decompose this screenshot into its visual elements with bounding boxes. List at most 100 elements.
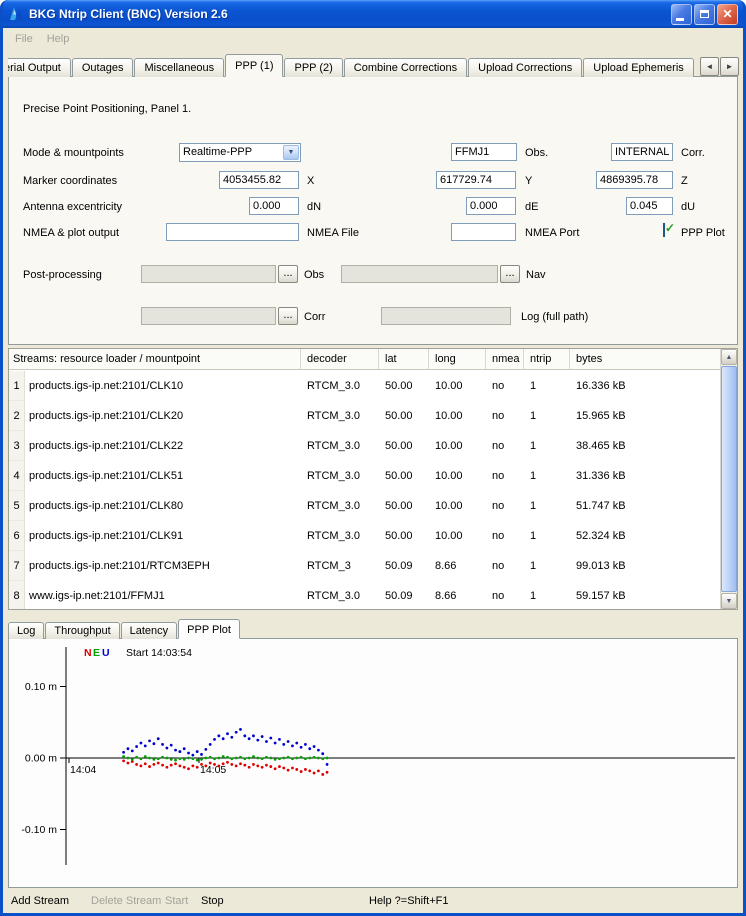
minimize-button[interactable]: [671, 4, 692, 25]
stream-lat: 50.09: [379, 560, 429, 572]
stream-mountpoint: products.igs-ip.net:2101/CLK20: [25, 410, 301, 422]
antenna-de-label: dE: [525, 201, 538, 213]
stream-mountpoint: products.igs-ip.net:2101/CLK80: [25, 500, 301, 512]
stream-mountpoint: products.igs-ip.net:2101/CLK51: [25, 470, 301, 482]
stream-long: 10.00: [429, 500, 486, 512]
row-header-number: 4: [9, 461, 25, 491]
mode-mountpoints-label: Mode & mountpoints: [23, 147, 124, 159]
minimize-icon: [676, 18, 684, 21]
help-label: Help ?=Shift+F1: [369, 890, 449, 913]
stream-decoder: RTCM_3: [301, 560, 379, 572]
menu-file[interactable]: File: [9, 31, 39, 47]
stream-nmea: no: [486, 380, 524, 392]
stream-ntrip: 1: [524, 410, 570, 422]
bottom-tab-ppp-plot[interactable]: PPP Plot: [178, 619, 240, 639]
right-arrow-icon: ►: [726, 62, 734, 71]
combo-dropdown-icon[interactable]: ▼: [283, 145, 299, 160]
scroll-down-button[interactable]: ▼: [721, 593, 737, 609]
vertical-scrollbar[interactable]: ▲ ▼: [720, 349, 737, 609]
tab-combine-corrections[interactable]: Combine Corrections: [344, 58, 467, 77]
stream-bytes: 15.965 kB: [570, 410, 720, 422]
stream-bytes: 31.336 kB: [570, 470, 720, 482]
column-nmea[interactable]: nmea: [486, 349, 524, 369]
client-area: File Help erial OutputOutagesMiscellaneo…: [3, 28, 743, 913]
close-icon: ✕: [722, 8, 732, 20]
column-mountpoint[interactable]: Streams: resource loader / mountpoint: [9, 349, 301, 369]
maximize-button[interactable]: [694, 4, 715, 25]
nmea-file-label: NMEA File: [307, 227, 359, 239]
add-stream-button[interactable]: Add Stream: [11, 890, 69, 913]
tab-scroll-left-button[interactable]: ◄: [700, 57, 719, 76]
stream-nmea: no: [486, 500, 524, 512]
column-decoder[interactable]: decoder: [301, 349, 379, 369]
svg-text:14:05: 14:05: [200, 764, 226, 776]
tab-outages[interactable]: Outages: [72, 58, 134, 77]
stream-bytes: 52.324 kB: [570, 530, 720, 542]
title-bar[interactable]: BKG Ntrip Client (BNC) Version 2.6 ✕: [3, 0, 743, 28]
table-row[interactable]: 4products.igs-ip.net:2101/CLK51RTCM_3.05…: [9, 461, 720, 491]
ppp-panel: Precise Point Positioning, Panel 1. Mode…: [8, 76, 738, 345]
post-obs-field: [141, 265, 276, 283]
column-ntrip[interactable]: ntrip: [524, 349, 570, 369]
table-row[interactable]: 3products.igs-ip.net:2101/CLK22RTCM_3.05…: [9, 431, 720, 461]
start-button[interactable]: Start: [165, 890, 188, 913]
delete-stream-button[interactable]: Delete Stream: [91, 890, 161, 913]
mode-select[interactable]: Realtime-PPP ▼: [179, 143, 301, 162]
tab-ppp-2[interactable]: PPP (2): [284, 58, 342, 77]
bottom-tab-latency[interactable]: Latency: [121, 622, 178, 639]
bottom-tab-log[interactable]: Log: [8, 622, 44, 639]
stop-button[interactable]: Stop: [201, 890, 224, 913]
row-header-number: 8: [9, 581, 25, 609]
table-header: Streams: resource loader / mountpoint de…: [9, 349, 737, 370]
mode-select-value: Realtime-PPP: [183, 146, 252, 158]
antenna-de-input[interactable]: [466, 197, 516, 215]
marker-z-input[interactable]: [596, 171, 673, 189]
browse-corr-button[interactable]: ...: [278, 307, 298, 325]
tab-miscellaneous[interactable]: Miscellaneous: [134, 58, 224, 77]
nmea-file-input[interactable]: [166, 223, 299, 241]
close-button[interactable]: ✕: [717, 4, 738, 25]
tab-ppp-1[interactable]: PPP (1): [225, 54, 283, 77]
corr-mountpoint-input[interactable]: [611, 143, 673, 161]
stream-bytes: 38.465 kB: [570, 440, 720, 452]
antenna-dn-input[interactable]: [249, 197, 299, 215]
stream-mountpoint: www.igs-ip.net:2101/FFMJ1: [25, 590, 301, 602]
marker-y-input[interactable]: [436, 171, 516, 189]
svg-text:E: E: [93, 647, 100, 659]
app-window: BKG Ntrip Client (BNC) Version 2.6 ✕ Fil…: [0, 0, 746, 916]
scroll-up-button[interactable]: ▲: [721, 349, 737, 365]
table-row[interactable]: 5products.igs-ip.net:2101/CLK80RTCM_3.05…: [9, 491, 720, 521]
tab-upload-ephemeris[interactable]: Upload Ephemeris: [583, 58, 694, 77]
obs-label: Obs.: [525, 147, 548, 159]
stream-long: 8.66: [429, 590, 486, 602]
table-row[interactable]: 2products.igs-ip.net:2101/CLK20RTCM_3.05…: [9, 401, 720, 431]
post-log-field: [381, 307, 511, 325]
tab-scroll-right-button[interactable]: ►: [720, 57, 739, 76]
table-row[interactable]: 1products.igs-ip.net:2101/CLK10RTCM_3.05…: [9, 371, 720, 401]
column-lat[interactable]: lat: [379, 349, 429, 369]
tab-upload-corrections[interactable]: Upload Corrections: [468, 58, 582, 77]
obs-mountpoint-input[interactable]: [451, 143, 517, 161]
tab-erial-output[interactable]: erial Output: [8, 58, 71, 77]
nmea-port-input[interactable]: [451, 223, 516, 241]
table-row[interactable]: 7products.igs-ip.net:2101/RTCM3EPHRTCM_3…: [9, 551, 720, 581]
table-row[interactable]: 6products.igs-ip.net:2101/CLK91RTCM_3.05…: [9, 521, 720, 551]
post-nav-field: [341, 265, 498, 283]
table-row[interactable]: 8www.igs-ip.net:2101/FFMJ1RTCM_3.050.098…: [9, 581, 720, 609]
antenna-du-input[interactable]: [626, 197, 673, 215]
window-title: BKG Ntrip Client (BNC) Version 2.6: [29, 7, 671, 21]
stream-ntrip: 1: [524, 530, 570, 542]
column-long[interactable]: long: [429, 349, 486, 369]
stream-bytes: 99.013 kB: [570, 560, 720, 572]
browse-nav-button[interactable]: ...: [500, 265, 520, 283]
ppp-plot-checkbox[interactable]: ✓: [663, 223, 665, 237]
bottom-tab-throughput[interactable]: Throughput: [45, 622, 119, 639]
menu-help[interactable]: Help: [41, 31, 76, 47]
stream-nmea: no: [486, 470, 524, 482]
scrollbar-thumb[interactable]: [721, 366, 737, 592]
browse-obs-button[interactable]: ...: [278, 265, 298, 283]
column-bytes[interactable]: bytes: [570, 349, 737, 369]
marker-x-input[interactable]: [219, 171, 299, 189]
stream-nmea: no: [486, 530, 524, 542]
antenna-du-label: dU: [681, 201, 695, 213]
